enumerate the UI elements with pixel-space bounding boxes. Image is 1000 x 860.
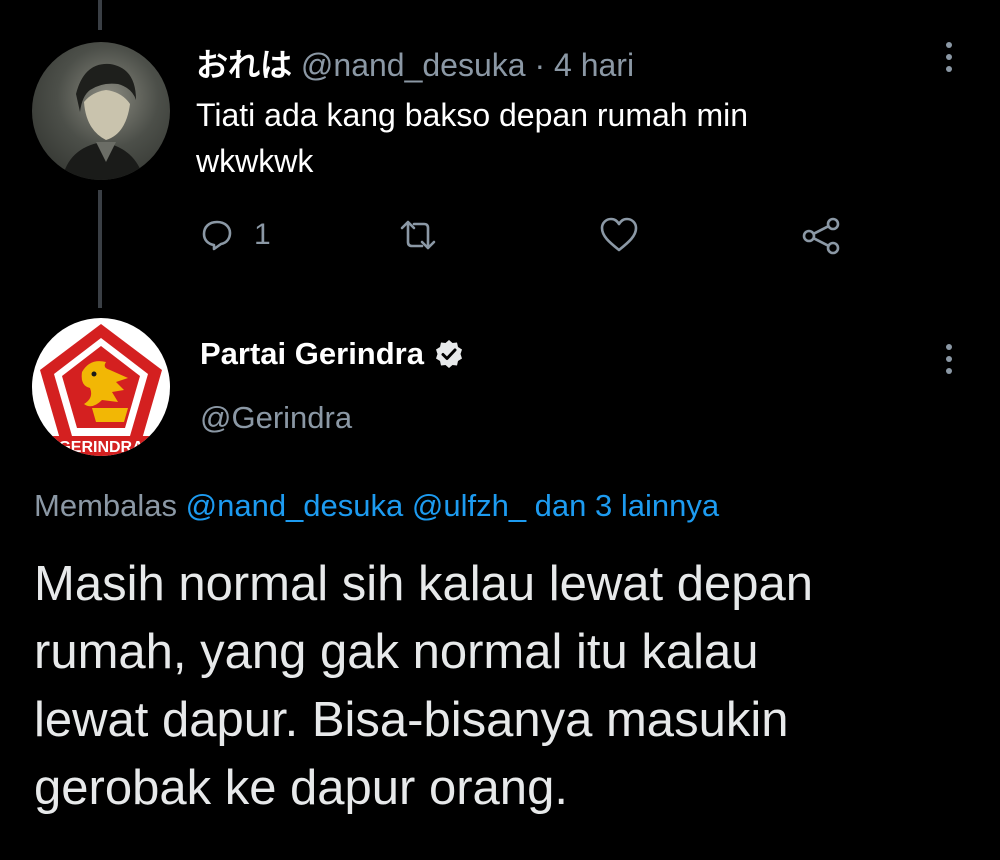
tweet-text-line: wkwkwk <box>196 143 314 179</box>
tweet-body: Masih normal sih kalau lewat depan rumah… <box>34 550 813 822</box>
tweet-body-line: Masih normal sih kalau lewat depan <box>34 557 813 611</box>
tweet-body-line: lewat dapur. Bisa-bisanya masukin <box>34 693 789 747</box>
thread-line-middle <box>98 190 102 308</box>
replying-mentions-link[interactable]: @nand_desuka @ulfzh_ dan 3 lainnya <box>186 488 719 523</box>
share-icon[interactable] <box>800 216 842 256</box>
anime-character-illustration <box>62 63 144 180</box>
thread-line-top <box>98 0 102 30</box>
gerindra-avatar[interactable]: GERINDRA <box>32 318 170 456</box>
user-handle[interactable]: @Gerindra <box>200 400 352 436</box>
more-icon[interactable] <box>946 344 952 374</box>
reply-icon <box>200 218 234 252</box>
replying-to: Membalas @nand_desuka @ulfzh_ dan 3 lain… <box>34 488 719 524</box>
reply-button[interactable]: 1 <box>200 218 271 252</box>
replying-prefix: Membalas <box>34 488 177 523</box>
reply-count: 1 <box>254 218 271 251</box>
tweet-timestamp[interactable]: 4 hari <box>554 47 634 83</box>
display-name[interactable]: おれは <box>196 47 292 83</box>
like-icon[interactable] <box>599 216 639 254</box>
separator-dot: · <box>534 47 546 83</box>
tweet-body-line: rumah, yang gak normal itu kalau <box>34 625 759 679</box>
tweet-text-line: Tiati ada kang bakso depan rumah min <box>196 97 749 133</box>
avatar-brand-text: GERINDRA <box>58 439 144 456</box>
more-icon[interactable] <box>946 42 952 72</box>
tweet-body-line: gerobak ke dapur orang. <box>34 761 568 815</box>
verified-badge-icon <box>434 339 464 369</box>
user-handle[interactable]: @nand_desuka <box>301 47 526 83</box>
tweet-text: Tiati ada kang bakso depan rumah min wkw… <box>196 92 748 184</box>
user-avatar[interactable] <box>32 42 170 180</box>
retweet-icon[interactable] <box>396 218 440 252</box>
gerindra-logo: GERINDRA <box>32 324 170 456</box>
display-name[interactable]: Partai Gerindra <box>200 336 424 372</box>
